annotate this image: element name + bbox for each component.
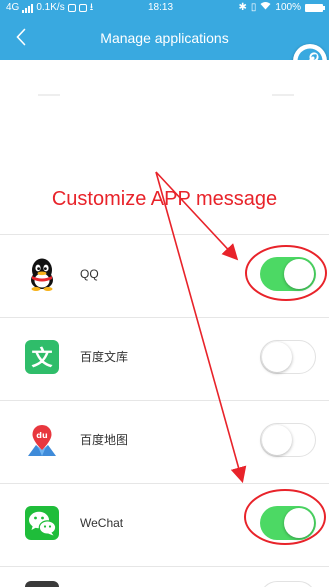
app-name-qq: QQ — [80, 267, 99, 281]
app-name-baidu-wenku: 百度文库 — [80, 350, 129, 364]
status-left-group: 4G 0.1K/s ⭳ — [6, 0, 93, 16]
app-name-baidu-map: 百度地图 — [80, 433, 129, 447]
partial-row-edge — [38, 94, 60, 96]
annotation-label: Customize APP message — [51, 188, 278, 210]
app-row-baidu-wenku: 文 百度文库 — [0, 318, 329, 400]
qq-penguin-icon — [25, 257, 59, 291]
title-bar: Manage applications — [0, 16, 329, 60]
toggle-knob — [262, 424, 292, 455]
status-bar: 4G 0.1K/s ⭳ 18:13 ✱ ▯ 100% — [0, 0, 329, 16]
partial-row-edge — [272, 94, 294, 96]
gallery-notification-icon — [78, 4, 87, 12]
baidu-map-notification-toggle[interactable] — [260, 423, 316, 457]
app-list-panel: Customize APP message QQ 文 百度文库 du 百度地图 … — [0, 60, 329, 587]
status-right-group: ✱ ▯ 100% — [238, 0, 325, 16]
toggle-partial[interactable] — [260, 581, 316, 587]
vibrate-icon: ▯ — [250, 2, 257, 13]
app-name-wechat: WeChat — [80, 516, 124, 530]
app-row-qq: QQ — [0, 235, 329, 317]
network-speed: 0.1K/s — [36, 2, 65, 13]
wechat-notification-toggle[interactable] — [260, 506, 316, 540]
network-type: 4G — [6, 2, 20, 13]
baidu-wenku-icon: 文 — [25, 340, 59, 374]
page-title: Manage applications — [100, 30, 229, 46]
status-time: 18:13 — [148, 2, 174, 13]
qq-notification-toggle[interactable] — [260, 257, 316, 291]
toggle-knob — [284, 259, 314, 289]
app-row-partial — [0, 567, 329, 587]
wifi-icon — [260, 0, 271, 16]
signal-icon — [22, 3, 34, 13]
download-notification-icon: ⭳ — [89, 2, 94, 13]
baidu-map-icon: du — [25, 423, 59, 457]
svg-text:文: 文 — [32, 346, 54, 370]
app-row-baidu-map: du 百度地图 — [0, 401, 329, 483]
baidu-wenku-notification-toggle[interactable] — [260, 340, 316, 374]
bluetooth-icon: ✱ — [238, 2, 247, 13]
chat-notification-icon — [67, 4, 76, 12]
app-icon-partial — [25, 581, 59, 587]
wechat-icon — [25, 506, 59, 540]
battery-percent: 100% — [275, 2, 301, 13]
toggle-knob — [284, 508, 314, 538]
svg-text:du: du — [36, 431, 48, 440]
toggle-knob — [262, 341, 292, 372]
battery-icon — [305, 4, 325, 12]
app-row-wechat: WeChat — [0, 484, 329, 566]
